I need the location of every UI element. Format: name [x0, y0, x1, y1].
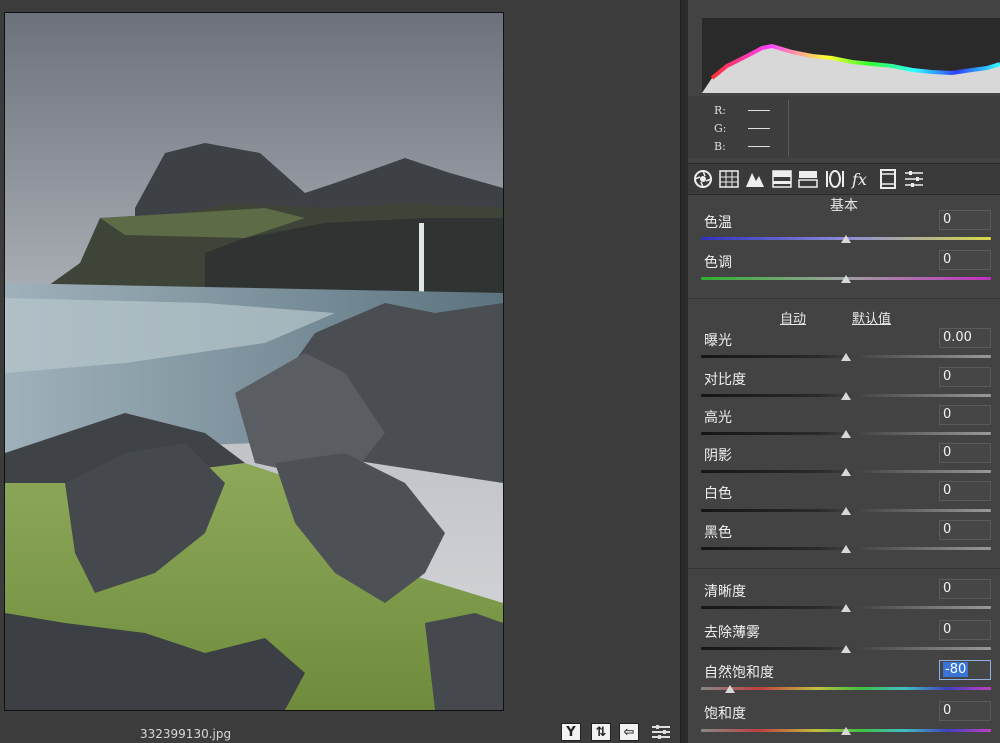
- vibrance-value-text[interactable]: -80: [943, 662, 969, 677]
- exposure-label: 曝光: [704, 333, 732, 349]
- contrast-label: 对比度: [704, 372, 746, 388]
- temperature-value[interactable]: 0: [939, 210, 991, 230]
- tint-value[interactable]: 0: [939, 250, 991, 270]
- highlights-label: 高光: [704, 410, 732, 426]
- default-link[interactable]: 默认值: [852, 308, 891, 327]
- contrast-slider-thumb[interactable]: [841, 392, 851, 400]
- temperature-label: 色温: [704, 215, 732, 231]
- vibrance-slider-track[interactable]: [701, 687, 991, 690]
- exposure-value[interactable]: 0.00: [939, 328, 991, 348]
- b-value-dash: [748, 146, 770, 147]
- section-separator: [688, 568, 1000, 569]
- r-value-dash: [748, 110, 770, 111]
- blacks-label: 黑色: [704, 525, 732, 541]
- camera-calibration-tab-icon[interactable]: [877, 168, 899, 190]
- preview-settings-icon[interactable]: [650, 723, 672, 741]
- highlights-slider-thumb[interactable]: [841, 430, 851, 438]
- dehaze-label: 去除薄雾: [704, 625, 760, 641]
- readout-divider: [788, 100, 789, 156]
- clarity-label: 清晰度: [704, 584, 746, 600]
- saturation-value[interactable]: 0: [939, 701, 991, 721]
- rgb-readout: R: G: B:: [688, 96, 1000, 158]
- vibrance-slider-thumb[interactable]: [725, 685, 735, 693]
- highlights-value[interactable]: 0: [939, 405, 991, 425]
- contrast-value[interactable]: 0: [939, 367, 991, 387]
- clarity-slider-thumb[interactable]: [841, 604, 851, 612]
- shadows-label: 阴影: [704, 448, 732, 464]
- detail-tab-icon[interactable]: [744, 168, 766, 190]
- presets-tab-icon[interactable]: [903, 168, 925, 190]
- tint-label: 色调: [704, 255, 732, 271]
- swap-button[interactable]: ⇅: [591, 723, 611, 741]
- vibrance-label: 自然饱和度: [704, 665, 774, 681]
- clarity-value[interactable]: 0: [939, 579, 991, 599]
- histogram: [702, 18, 1000, 93]
- fx-tab-icon[interactable]: fx: [850, 168, 872, 190]
- saturation-label: 饱和度: [704, 706, 746, 722]
- shadows-slider-thumb[interactable]: [841, 468, 851, 476]
- saturation-slider-thumb[interactable]: [841, 727, 851, 735]
- tone-curve-tab-icon[interactable]: [718, 168, 740, 190]
- exposure-slider-thumb[interactable]: [841, 353, 851, 361]
- whites-label: 白色: [704, 486, 732, 502]
- r-label: R:: [714, 104, 726, 117]
- section-separator: [688, 298, 1000, 299]
- lens-corrections-tab-icon[interactable]: [824, 168, 846, 190]
- g-value-dash: [748, 128, 770, 129]
- copy-settings-button[interactable]: ⇦: [619, 723, 639, 741]
- temperature-slider-thumb[interactable]: [841, 235, 851, 243]
- filename-label: 332399130.jpg: [140, 727, 232, 741]
- adjustment-panel: R: G: B: fx 基本 色温 0 色调 0 自动 默认值 曝光 0.00 …: [688, 0, 1000, 743]
- auto-link[interactable]: 自动: [780, 308, 806, 327]
- hsl-tab-icon[interactable]: [771, 168, 793, 190]
- photo-preview: [4, 12, 504, 711]
- whites-slider-thumb[interactable]: [841, 507, 851, 515]
- panel-tabs: fx: [688, 163, 1000, 195]
- split-toning-tab-icon[interactable]: [797, 168, 819, 190]
- dehaze-slider-thumb[interactable]: [841, 645, 851, 653]
- basic-tab-icon[interactable]: [692, 168, 714, 190]
- dehaze-value[interactable]: 0: [939, 620, 991, 640]
- blacks-slider-thumb[interactable]: [841, 545, 851, 553]
- vibrance-value[interactable]: -80: [939, 660, 991, 680]
- shadows-value[interactable]: 0: [939, 443, 991, 463]
- g-label: G:: [714, 122, 727, 135]
- svg-text:fx: fx: [851, 170, 867, 189]
- tint-slider-thumb[interactable]: [841, 275, 851, 283]
- whites-value[interactable]: 0: [939, 481, 991, 501]
- y-toggle-button[interactable]: Y: [561, 723, 581, 741]
- blacks-value[interactable]: 0: [939, 520, 991, 540]
- b-label: B:: [714, 140, 726, 153]
- image-viewport[interactable]: 332399130.jpg Y ⇅ ⇦: [0, 0, 680, 743]
